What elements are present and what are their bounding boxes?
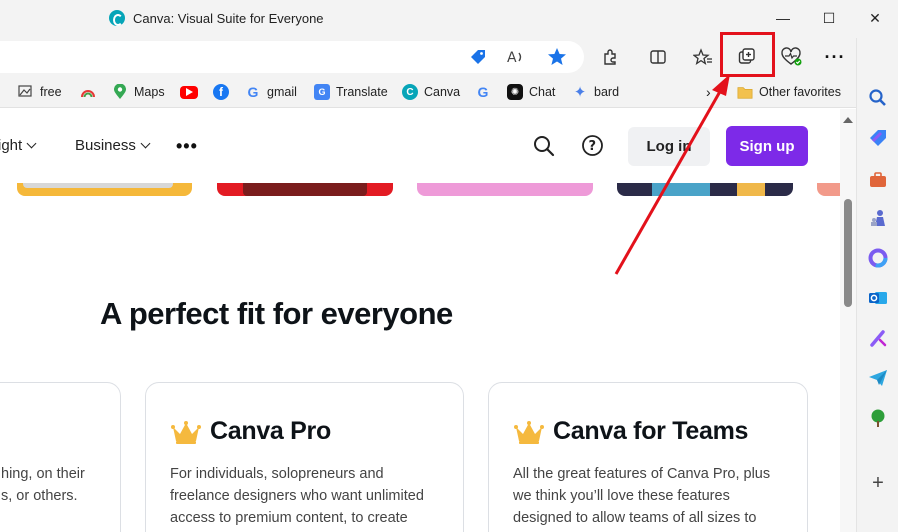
section-heading: A perfect fit for everyone: [100, 296, 453, 331]
favorite-google[interactable]: G: [475, 83, 497, 101]
card-description: hing, on their s, or others.: [1, 466, 85, 504]
crown-icon: [514, 421, 544, 450]
edge-sidebar: +: [856, 38, 898, 532]
favorite-chat[interactable]: ✺ Chat: [507, 83, 555, 101]
tile-image-fragment: [23, 183, 173, 188]
facebook-icon: f: [213, 84, 229, 100]
carousel-tile[interactable]: [617, 183, 793, 196]
window-title: Canva: Visual Suite for Everyone: [133, 11, 324, 26]
scrollbar-thumb[interactable]: [844, 199, 852, 307]
favorite-bard[interactable]: ✦ bard: [572, 83, 619, 101]
favorites-list-icon[interactable]: [690, 44, 716, 70]
annotation-highlight-box: [720, 32, 775, 77]
favorite-gmail[interactable]: G gmail: [245, 83, 297, 101]
folder-icon: [737, 84, 753, 100]
games-icon[interactable]: [868, 208, 888, 228]
search-icon[interactable]: [533, 135, 555, 162]
split-screen-icon[interactable]: [645, 44, 671, 70]
favorite-free[interactable]: free: [18, 83, 62, 101]
tree-icon[interactable]: [868, 408, 888, 428]
card-title: Canva for Teams: [553, 417, 749, 445]
bard-sparkle-icon: ✦: [573, 84, 587, 101]
youtube-icon: [180, 85, 198, 99]
tile-image-fragment: [652, 183, 710, 196]
read-aloud-icon[interactable]: A: [503, 44, 529, 70]
translate-icon: G: [314, 84, 330, 100]
canva-favicon-icon: [109, 10, 125, 26]
shopping-tag-icon[interactable]: [465, 44, 491, 70]
signup-button[interactable]: Sign up: [726, 126, 808, 166]
carousel-tile[interactable]: [217, 183, 393, 196]
add-sidebar-app-icon[interactable]: +: [868, 472, 888, 494]
microsoft-365-icon[interactable]: [868, 248, 888, 268]
close-button[interactable]: ✕: [852, 4, 898, 32]
carousel-tile[interactable]: [17, 183, 192, 196]
settings-more-icon[interactable]: ···: [822, 44, 848, 70]
outlook-icon[interactable]: [868, 288, 888, 308]
shopping-icon[interactable]: [868, 128, 888, 148]
minimize-button[interactable]: —: [760, 4, 806, 32]
search-icon[interactable]: [868, 88, 888, 108]
maximize-button[interactable]: ☐: [806, 4, 852, 32]
favorite-facebook[interactable]: f: [213, 83, 235, 101]
canva-icon: C: [402, 84, 418, 100]
scroll-up-arrow-icon[interactable]: [843, 117, 853, 123]
nav-menu-business[interactable]: Business: [75, 137, 151, 154]
favorite-youtube[interactable]: [180, 83, 204, 101]
chevron-down-icon: [140, 138, 151, 149]
favorite-translate[interactable]: G Translate: [314, 83, 388, 101]
maps-pin-icon: [112, 84, 128, 100]
favorite-canva[interactable]: C Canva: [402, 83, 460, 101]
favorite-rainbow[interactable]: [80, 83, 102, 101]
nav-more-icon[interactable]: •••: [176, 136, 198, 157]
nav-menu-partial[interactable]: ight: [0, 137, 37, 154]
plan-card-pro[interactable]: Canva Pro For individuals, solopreneurs …: [145, 382, 464, 532]
favorite-maps[interactable]: Maps: [112, 83, 165, 101]
svg-text:?: ?: [589, 139, 597, 154]
image-icon: [18, 84, 34, 100]
web-page: ight Business ••• ? Log in Sign up A per…: [0, 109, 840, 532]
card-description: For individuals, solopreneurs and freela…: [170, 466, 424, 526]
favorites-overflow-chevron-icon[interactable]: ›: [706, 83, 711, 101]
address-bar[interactable]: [0, 41, 584, 73]
tile-image-fragment: [243, 183, 367, 196]
google-icon: G: [247, 84, 259, 100]
browser-essentials-icon[interactable]: [779, 44, 805, 70]
help-icon[interactable]: ?: [581, 134, 604, 162]
extensions-icon[interactable]: [597, 44, 623, 70]
tile-image-fragment: [737, 183, 765, 196]
page-scrollbar[interactable]: [840, 109, 856, 532]
card-description: All the great features of Canva Pro, plu…: [513, 466, 771, 526]
designer-icon[interactable]: [868, 328, 888, 348]
carousel-tile[interactable]: [417, 183, 593, 196]
tools-icon[interactable]: [868, 170, 888, 190]
login-button[interactable]: Log in: [628, 127, 710, 166]
favorite-star-icon[interactable]: [544, 44, 570, 70]
google-icon: G: [477, 84, 489, 100]
other-favorites-folder[interactable]: Other favorites: [737, 83, 841, 101]
card-title: Canva Pro: [210, 417, 331, 445]
telegram-send-icon[interactable]: [868, 368, 888, 388]
chevron-down-icon: [26, 138, 37, 149]
rainbow-icon: [80, 84, 96, 100]
crown-icon: [171, 421, 201, 450]
plan-card-teams[interactable]: Canva for Teams All the great features o…: [488, 382, 808, 532]
svg-text:A: A: [507, 50, 517, 66]
carousel-tile[interactable]: [817, 183, 840, 196]
chatgpt-icon: ✺: [507, 84, 523, 100]
favorites-bar: free Maps f G gmail G Translate C Canva …: [0, 76, 856, 108]
plan-card-free[interactable]: hing, on their s, or others.: [0, 382, 121, 532]
